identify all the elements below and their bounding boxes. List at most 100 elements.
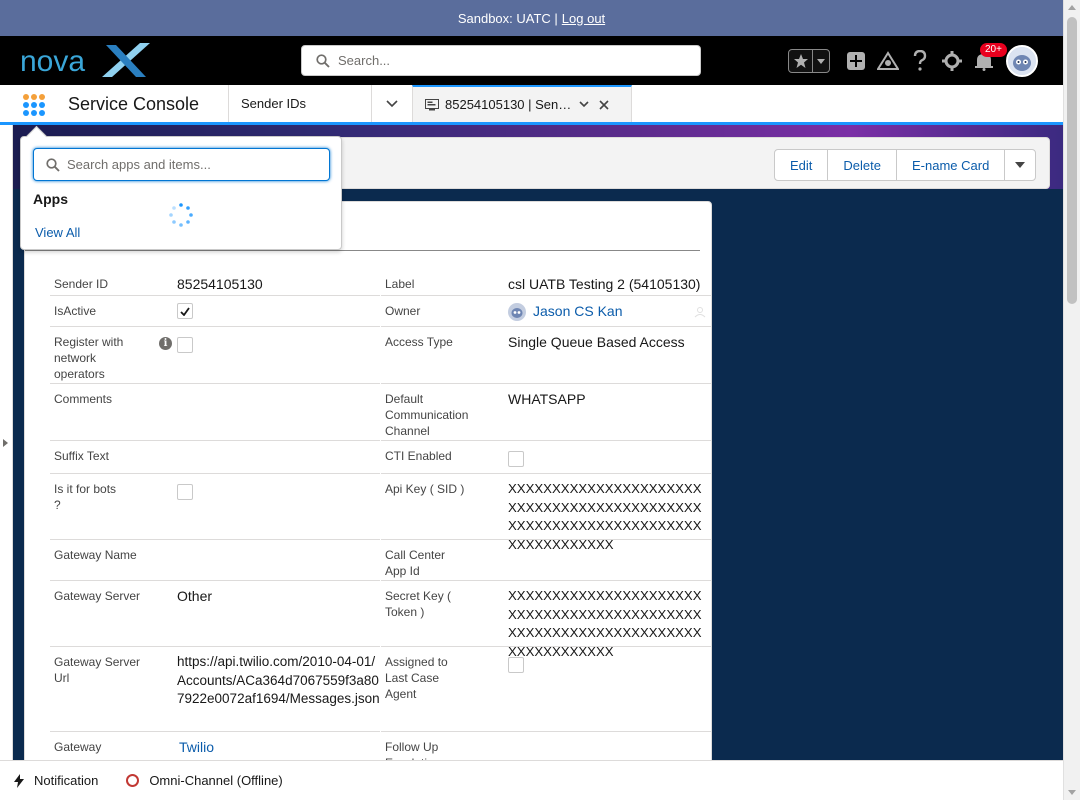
delete-button[interactable]: Delete [827,149,897,181]
field-default-channel: Default Communication Channel WHATSAPP [381,384,711,441]
utility-bar: Notification Omni-Channel (Offline) [0,760,1063,800]
field-suffix-text: Suffix Text [50,441,380,474]
tab-close-button[interactable] [599,99,609,110]
field-sender-id: Sender ID 85254105130 [50,269,380,296]
owner-avatar [508,303,526,321]
user-avatar-icon [511,308,523,318]
field-label: Gateway Server Url [54,655,141,685]
console-nav-bar: Service Console Sender IDs 85254105130 |… [0,85,1063,125]
nav-item-label: Sender IDs [241,96,307,111]
field-owner: Owner Jason CS Kan [381,296,711,327]
favorites-button[interactable] [788,49,830,73]
field-label: IsActive [54,304,97,318]
sandbox-banner: Sandbox: UATC | Log out [0,0,1063,36]
field-label: Suffix Text [54,449,109,463]
lightning-icon [14,773,24,788]
field-is-for-bots: Is it for bots ? [50,474,380,540]
field-label: Sender ID [54,277,109,291]
setup-button[interactable] [940,49,964,73]
field-secret-key: Secret Key ( Token ) XXXXXXXXXXXXXXXXXXX… [381,581,711,659]
cti-enabled-checkbox [508,451,524,467]
logo-text: nova [20,45,85,78]
app-launcher-popover: Apps View All [20,136,342,250]
user-avatar-icon [1008,47,1036,75]
more-actions-button[interactable] [1004,149,1037,181]
notification-badge: 20+ [980,43,1007,57]
app-launcher-button[interactable] [22,93,46,117]
tab-sender-id-record[interactable]: 85254105130 | Sender ID [412,85,632,122]
field-register-network: Register with network operators i [50,327,380,384]
field-value: 85254105130 [177,276,263,292]
gear-icon [942,51,962,71]
nav-menu-button[interactable] [371,85,412,122]
checkmark-icon [180,306,190,316]
global-header: nova Search... 20+ [0,36,1063,85]
ename-card-button[interactable]: E-name Card [895,149,1006,181]
field-gateway-name: Gateway Name [50,540,380,581]
field-label: Access Type [385,335,453,349]
record-actions: Edit Delete E-name Card [774,149,1037,181]
page-scrollbar[interactable] [1063,0,1080,800]
avatar[interactable] [1006,45,1038,77]
record-detail-card: Sender ID 85254105130 Label csl UATB Tes… [24,201,712,760]
apps-heading: Apps [33,191,68,207]
close-icon [599,99,609,110]
field-access-type: Access Type Single Queue Based Access [381,327,711,384]
nav-item-sender-ids[interactable]: Sender IDs [228,85,371,122]
utility-notification-label: Notification [34,773,99,788]
utility-notification[interactable]: Notification [0,761,98,800]
field-is-active: IsActive [50,296,380,327]
chevron-down-icon [817,58,825,64]
field-label: Label [385,277,415,291]
field-label: Is it for bots ? [54,482,117,512]
field-label: Call Center App Id [385,548,446,578]
field-comments: Comments [50,384,380,441]
add-icon [847,52,865,70]
info-icon[interactable]: i [159,337,172,350]
field-assigned-last-agent: Assigned to Last Case Agent [381,647,711,732]
field-label: Comments [54,392,113,406]
field-gateway-server: Gateway Server Other [50,581,380,647]
search-icon [316,53,330,68]
field-value: csl UATB Testing 2 (54105130) [508,276,701,292]
launcher-search-box[interactable] [33,148,330,181]
field-cti-enabled: CTI Enabled [381,441,711,474]
is-for-bots-checkbox [177,484,193,500]
field-api-key: Api Key ( SID ) XXXXXXXXXXXXXXXXXXXXXXXX… [381,474,711,552]
field-value: https://api.twilio.com/2010-04-01/Accoun… [177,654,380,706]
chevron-down-icon [1015,162,1026,168]
chevron-down-icon [386,99,398,107]
split-view-toggle[interactable] [0,125,13,760]
change-owner-icon[interactable] [694,306,706,318]
trailhead-button[interactable] [876,49,900,73]
chevron-down-icon [579,101,589,108]
launcher-search-input[interactable] [67,157,307,172]
gateway-link[interactable]: Twilio [179,738,384,757]
trailhead-icon [877,51,899,70]
view-all-link[interactable]: View All [35,225,80,240]
tab-label: 85254105130 | Sender ID [445,97,573,112]
assigned-last-agent-checkbox [508,657,524,673]
logout-link[interactable]: Log out [562,11,605,26]
field-label: Owner [385,304,421,318]
field-label: Secret Key ( Token ) [385,589,452,619]
tab-menu-button[interactable] [579,101,589,108]
field-label: Register with network operators [54,335,124,381]
field-gateway-server-url: Gateway Server Url https://api.twilio.co… [50,647,380,732]
field-label: Gateway Name [54,548,137,562]
star-icon [793,54,808,68]
global-search[interactable]: Search... [301,45,701,76]
edit-button[interactable]: Edit [774,149,829,181]
scrollbar-thumb[interactable] [1067,17,1077,304]
offline-status-icon [126,774,140,787]
global-actions-button[interactable] [844,49,868,73]
help-button[interactable] [908,49,932,73]
field-call-center-app-id: Call Center App Id [381,540,711,581]
novax-logo[interactable]: nova [18,39,158,81]
field-gateway: Gateway Twilio [50,732,380,760]
field-label: CTI Enabled [385,449,452,463]
utility-omni-channel[interactable]: Omni-Channel (Offline) [112,761,283,800]
utility-omni-label: Omni-Channel (Offline) [149,773,283,788]
field-value: WHATSAPP [508,391,586,407]
notifications-button[interactable]: 20+ [972,43,1007,73]
